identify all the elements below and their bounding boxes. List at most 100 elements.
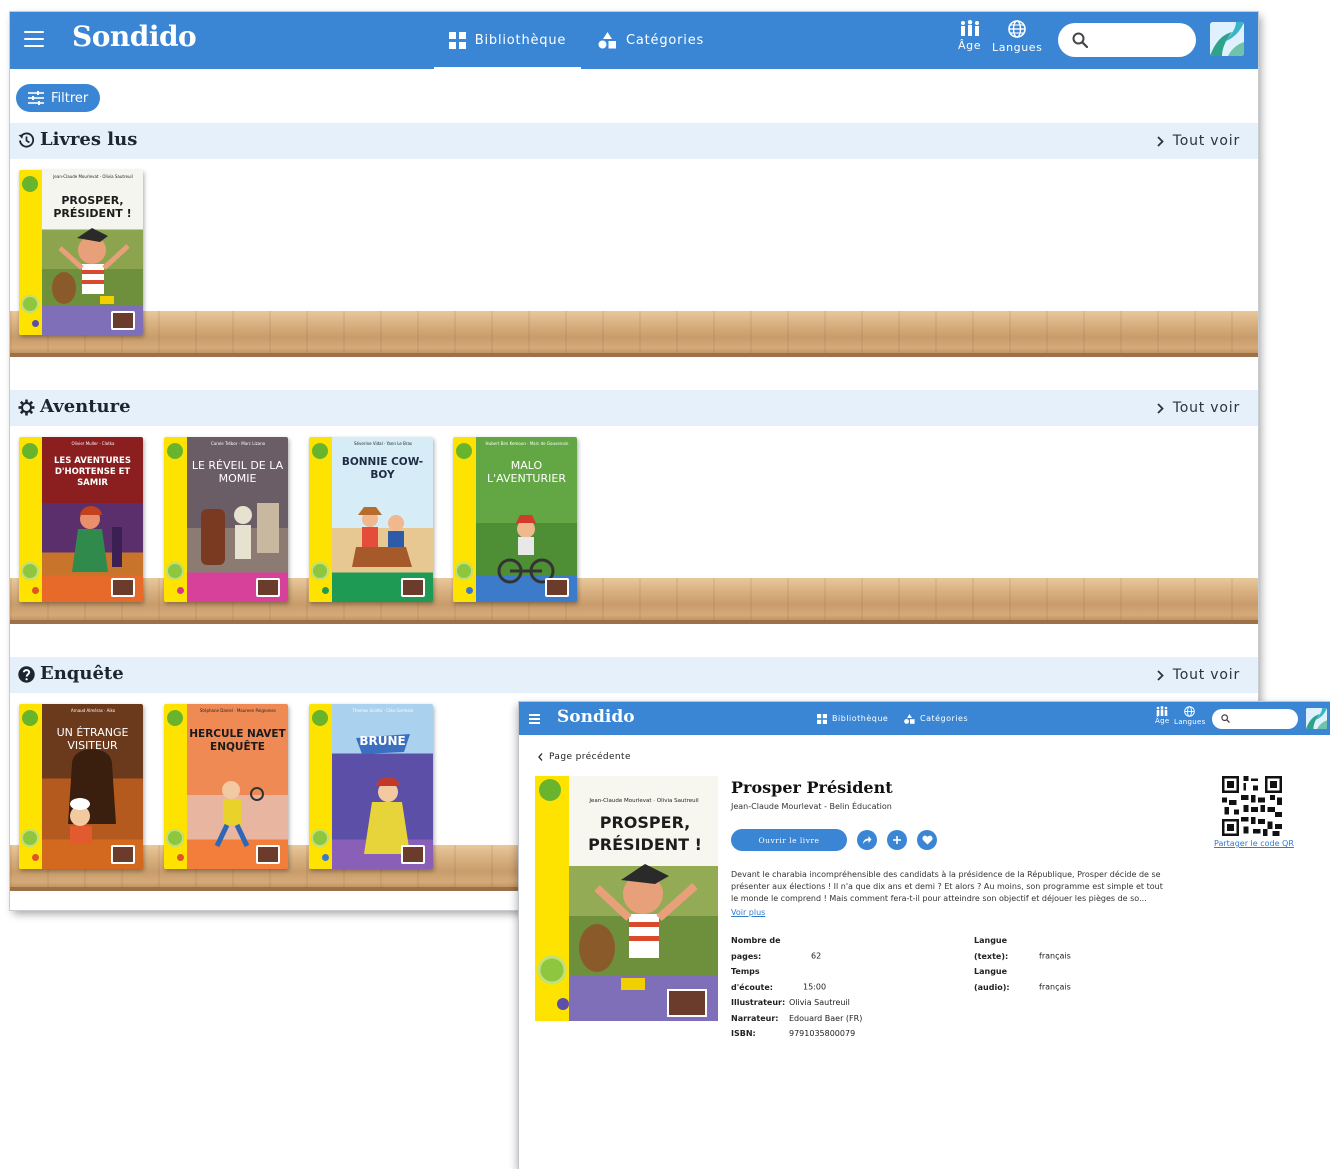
book-cover[interactable]: Hubert Ben Kemoun · Marc de Gouvenain MA…: [453, 437, 577, 602]
question-icon: [18, 666, 35, 683]
filter-label: Filtrer: [51, 90, 89, 106]
age-button[interactable]: Âge: [958, 20, 981, 52]
open-book-button[interactable]: Ouvrir le livre: [731, 829, 847, 851]
book-title: BONNIE COW-BOY: [341, 456, 424, 481]
book-title: LE RÉVEIL DE LA MOMIE: [191, 459, 284, 485]
favorite-button[interactable]: [917, 830, 937, 850]
meta-row: Langue (audio): français: [974, 967, 1071, 992]
book-title: Prosper Président: [731, 778, 893, 797]
globe-icon: [1184, 706, 1196, 717]
age-label: Âge: [958, 39, 982, 52]
chevron-left-icon: [538, 753, 543, 761]
book-title: PROSPER, PRÉSIDENT !: [53, 194, 132, 220]
back-link[interactable]: Page précédente: [538, 752, 631, 762]
meta-row: Temps d'écoute: 15:00: [731, 967, 827, 992]
share-button[interactable]: [857, 830, 877, 850]
people-icon: [960, 20, 979, 36]
section-title: Livres lus: [40, 129, 138, 150]
sliders-icon: [28, 91, 44, 105]
meta-row: Illustrateur: Olivia Sautreuil: [731, 998, 850, 1007]
tab-label: Bibliothèque: [474, 33, 567, 48]
book-title: LES AVENTURES D'HORTENSE ET SAMIR: [54, 456, 131, 488]
wooden-shelf: [10, 311, 1258, 357]
history-icon: [18, 132, 35, 148]
avatar[interactable]: [1306, 708, 1327, 729]
tout-voir-link[interactable]: Tout voir: [1157, 400, 1240, 416]
meta-right: Langue (texte): français Langue (audio): f…: [974, 933, 1071, 995]
add-button[interactable]: [887, 830, 907, 850]
section-header: Livres lus Tout voir: [10, 123, 1258, 159]
tab-categories[interactable]: Catégories: [904, 702, 968, 735]
tab-categories[interactable]: Catégories: [598, 12, 704, 69]
book-cover[interactable]: Thomas Scotto · Cléo Germain BRUNE: [309, 704, 433, 869]
meta-left: Nombre de pages: 62 Temps d'écoute: 15:00 …: [731, 933, 862, 1042]
search-icon: [1221, 714, 1230, 723]
book-cover-large: Jean-Claude Mourlevat · Olivia Sautreuil…: [535, 776, 718, 1021]
filter-button[interactable]: Filtrer: [16, 84, 100, 112]
share-qr-link[interactable]: Partager le code QR: [1214, 839, 1294, 848]
top-bar: Sondido Bibliothèque Catégories Âge Lang…: [10, 12, 1258, 69]
meta-row: Nombre de pages: 62: [731, 936, 822, 961]
avatar-image: [1210, 22, 1244, 56]
qr-code-icon: [1222, 776, 1282, 836]
cover-title: PROSPER, PRÉSIDENT !: [588, 813, 702, 854]
shapes-icon: [904, 713, 915, 724]
search-box[interactable]: [1212, 709, 1298, 729]
heart-icon: [921, 835, 933, 845]
search-box[interactable]: [1058, 23, 1196, 57]
shapes-icon: [598, 32, 616, 49]
tout-voir-link[interactable]: Tout voir: [1157, 667, 1240, 683]
tab-bibliotheque[interactable]: Bibliothèque: [817, 702, 888, 735]
languages-button[interactable]: Langues: [992, 20, 1043, 54]
top-bar: Sondido Bibliothèque Catégories Âge Lang…: [519, 702, 1330, 735]
app-logo[interactable]: Sondido: [72, 20, 197, 53]
book-description: Devant le charabia incompréhensible des …: [731, 870, 1163, 903]
tout-voir-link[interactable]: Tout voir: [1157, 133, 1240, 149]
search-input[interactable]: [1094, 30, 1186, 50]
share-icon: [863, 836, 872, 844]
people-icon: [1156, 706, 1168, 716]
tab-bibliotheque[interactable]: Bibliothèque: [434, 12, 581, 69]
voir-plus-link[interactable]: Voir plus: [731, 908, 765, 917]
cover-authors: Jean-Claude Mourlevat · Olivia Sautreuil: [589, 798, 699, 804]
app-logo[interactable]: Sondido: [557, 707, 635, 727]
section-title: Aventure: [40, 396, 131, 417]
chevron-right-icon: [1157, 402, 1164, 414]
age-button[interactable]: Âge: [1155, 706, 1169, 725]
section-livres-lus: Livres lus Tout voir Jean-Claude Mourlev…: [10, 123, 1258, 373]
book-subtitle: Jean-Claude Mourlevat - Belin Éducation: [731, 802, 892, 811]
book-cover[interactable]: Stéphane Daniel · Maureen Poignonec HERC…: [164, 704, 288, 869]
meta-row: Narrateur: Edouard Baer (FR): [731, 1013, 863, 1023]
globe-icon: [1008, 20, 1027, 38]
chevron-right-icon: [1157, 669, 1164, 681]
gear-icon: [18, 399, 35, 416]
book-detail-window: Sondido Bibliothèque Catégories Âge Lang…: [519, 702, 1330, 1169]
book-authors: Jean-Claude Mourlevat · Olivia Sautreuil: [53, 174, 133, 179]
book-cover[interactable]: Carole Trébor · Marc Lizano LE RÉVEIL DE…: [164, 437, 288, 602]
book-title: UN ÉTRANGE VISITEUR: [56, 726, 129, 752]
grid-icon: [817, 713, 827, 724]
section-aventure: Aventure Tout voir Olivier Muller · Clot…: [10, 390, 1258, 640]
languages-label: Langues: [992, 41, 1043, 54]
languages-button[interactable]: Langues: [1174, 706, 1206, 726]
book-title: MALO L'AVENTURIER: [487, 459, 566, 485]
book-cover[interactable]: Jean-Claude Mourlevat · Olivia Sautreuil…: [19, 170, 143, 335]
grid-icon: [448, 32, 466, 49]
menu-icon[interactable]: [529, 714, 540, 724]
book-cover[interactable]: Arnaud Alméras · Aiko UN ÉTRANGE VISITEU…: [19, 704, 143, 869]
book-cover[interactable]: Olivier Muller · Clotka LES AVENTURES D'…: [19, 437, 143, 602]
book-title: BRUNE: [359, 734, 406, 748]
avatar-image: [1306, 708, 1327, 729]
menu-icon[interactable]: [24, 31, 44, 49]
chevron-right-icon: [1157, 135, 1164, 147]
tab-label: Catégories: [626, 33, 705, 48]
section-header: Enquête Tout voir: [10, 657, 1258, 693]
plus-icon: [893, 836, 901, 844]
section-title: Enquête: [40, 663, 124, 684]
avatar[interactable]: [1210, 22, 1244, 56]
search-icon: [1072, 32, 1088, 48]
section-header: Aventure Tout voir: [10, 390, 1258, 426]
meta-row: ISBN: 9791035800079: [731, 1029, 856, 1038]
book-title: HERCULE NAVET ENQUÊTE: [189, 728, 286, 753]
book-cover[interactable]: Séverine Vidal · Yann Le Bras BONNIE COW…: [309, 437, 433, 602]
